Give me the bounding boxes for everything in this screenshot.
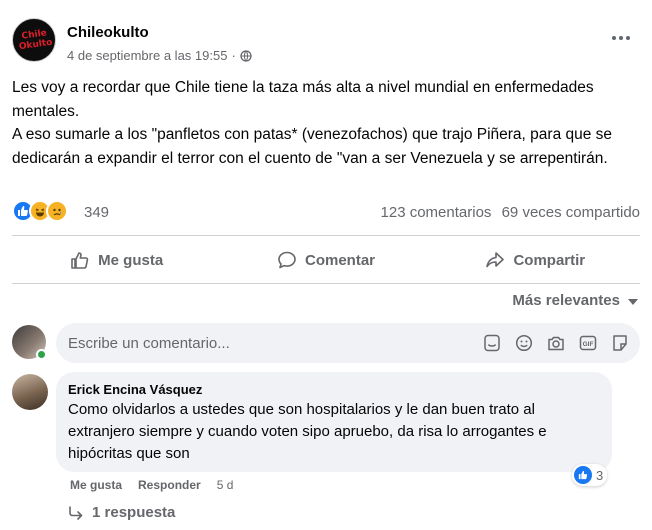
sort-label: Más relevantes [512,292,620,309]
post-meta: 4 de septiembre a las 19:55 · [67,48,252,63]
sticker-icon[interactable] [610,333,630,353]
composer-icons: GIF [482,333,630,353]
post-paragraph: Les voy a recordar que Chile tiene la ta… [12,79,594,120]
post-timestamp[interactable]: 4 de septiembre a las 19:55 [67,48,227,63]
share-label: Compartir [513,251,586,269]
emoji-icon[interactable] [514,333,534,353]
sticker-gallery-icon[interactable] [482,333,502,353]
camera-icon[interactable] [546,333,566,353]
view-replies-link[interactable]: 1 respuesta [68,504,175,521]
share-button[interactable]: Compartir [431,240,640,280]
share-icon [486,252,505,268]
sad-icon [46,200,68,222]
comment-reaction-count: 3 [596,467,604,483]
shares-count[interactable]: 69 veces compartido [502,204,640,221]
comment-age[interactable]: 5 d [217,478,234,492]
comment-actions: Me gusta Responder 5 d [70,478,233,492]
reply-arrow-icon [69,505,83,520]
comment-composer: GIF [12,323,640,363]
comment-icon [278,251,296,269]
like-icon [574,466,592,484]
comment-author[interactable]: Erick Encina Vásquez [68,382,600,397]
page-avatar[interactable]: Chile Okulto [12,18,56,62]
comment-sort-dropdown[interactable]: Más relevantes [512,292,638,309]
like-label: Me gusta [98,251,164,269]
replies-count: 1 respuesta [92,504,176,521]
reaction-count[interactable]: 349 [84,204,109,221]
comment-reaction-badge[interactable]: 3 [572,464,608,486]
more-options-icon[interactable] [610,32,632,44]
svg-text:GIF: GIF [583,341,594,348]
reaction-icons[interactable] [12,200,68,224]
comment-button[interactable]: Comentar [221,240,430,280]
globe-icon [240,49,252,62]
post-header: Chile Okulto Chileokulto 4 de septiembre… [12,18,640,66]
divider [12,283,640,284]
meta-separator: · [231,48,236,63]
comment-label: Comentar [304,251,375,269]
thumbs-up-icon [71,252,89,269]
post-actions: Me gusta Comentar Compartir [12,240,640,280]
divider [12,235,640,236]
page-name[interactable]: Chileokulto [67,24,149,41]
online-status-icon [36,349,47,360]
gif-icon[interactable]: GIF [578,333,598,353]
commenter-avatar[interactable] [12,374,48,410]
comments-count[interactable]: 123 comentarios [381,204,492,221]
post-paragraph: A eso sumarle a los "panfletos con patas… [12,126,613,167]
engagement-stats: 123 comentarios 69 veces compartido [375,204,640,221]
comment-bubble: Erick Encina Vásquez Como olvidarlos a u… [56,372,612,472]
comment-reply-link[interactable]: Responder [138,478,201,492]
comment-text: Como olvidarlos a ustedes que son hospit… [68,401,547,462]
page-logo: Chile Okulto [18,28,54,53]
reactions-summary: 349 123 comentarios 69 veces compartido [12,200,640,224]
like-button[interactable]: Me gusta [12,240,221,280]
caret-down-icon [628,298,638,305]
post-text: Les voy a recordar que Chile tiene la ta… [12,76,640,170]
comment-like-link[interactable]: Me gusta [70,478,122,492]
